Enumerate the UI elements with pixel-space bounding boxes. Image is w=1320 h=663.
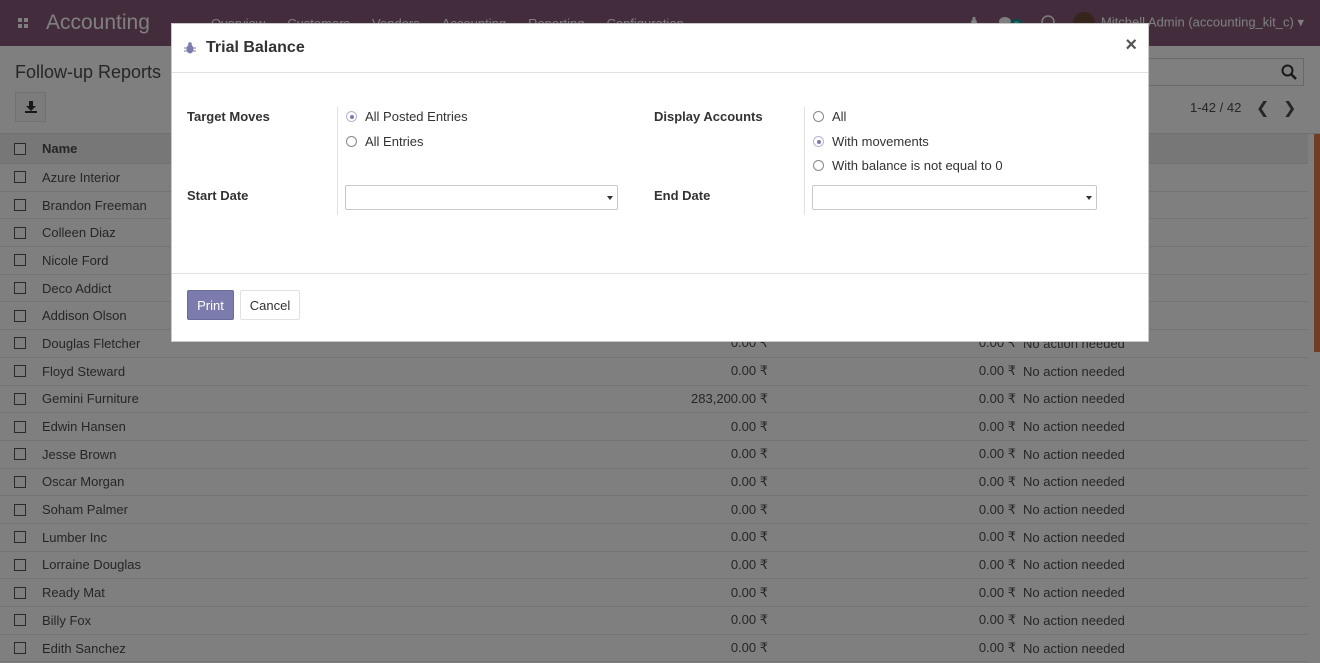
radio-all[interactable]: All	[813, 109, 846, 124]
start-date-label: Start Date	[187, 188, 249, 203]
start-date-input[interactable]	[345, 185, 618, 210]
print-button[interactable]: Print	[187, 290, 234, 320]
radio-label: With balance is not equal to 0	[832, 158, 1003, 173]
dialog-header: Trial Balance ×	[172, 24, 1148, 73]
radio-label: All Entries	[365, 134, 424, 149]
end-date-label: End Date	[654, 188, 711, 203]
radio-label: With movements	[832, 134, 929, 149]
radio-button[interactable]	[346, 136, 357, 147]
bug-icon	[184, 42, 196, 54]
radio-button[interactable]	[813, 160, 824, 171]
radio-all-posted-entries[interactable]: All Posted Entries	[346, 109, 468, 124]
caret-down-icon[interactable]	[1086, 196, 1092, 200]
radio-balance-not-zero[interactable]: With balance is not equal to 0	[813, 158, 1003, 173]
radio-button[interactable]	[813, 111, 824, 122]
target-moves-label: Target Moves	[187, 109, 270, 124]
caret-down-icon[interactable]	[607, 196, 613, 200]
dialog-title: Trial Balance	[206, 39, 305, 56]
dialog-footer: Print Cancel	[172, 273, 1148, 341]
trial-balance-dialog: Trial Balance × Target Moves All Posted …	[171, 23, 1149, 342]
radio-button[interactable]	[813, 136, 824, 147]
radio-button[interactable]	[346, 111, 357, 122]
cancel-button[interactable]: Cancel	[240, 290, 300, 320]
divider	[804, 107, 805, 215]
radio-label: All Posted Entries	[365, 109, 468, 124]
display-accounts-label: Display Accounts	[654, 109, 763, 124]
radio-all-entries[interactable]: All Entries	[346, 134, 424, 149]
end-date-input[interactable]	[812, 185, 1097, 210]
close-icon[interactable]: ×	[1125, 34, 1137, 57]
radio-label: All	[832, 109, 847, 124]
radio-with-movements[interactable]: With movements	[813, 134, 929, 149]
divider	[337, 107, 338, 215]
